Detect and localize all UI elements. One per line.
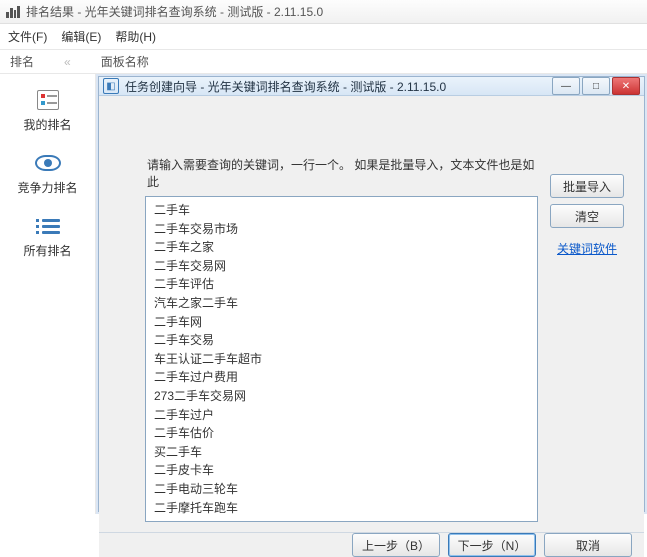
keywords-textarea[interactable]: 二手车 二手车交易市场 二手车之家 二手车交易网 二手车评估 汽车之家二手车 二… [145, 196, 538, 522]
wizard-footer: 上一步（B） 下一步（N） 取消 [99, 532, 644, 557]
toolbar: 排名 « 面板名称 [0, 50, 647, 74]
sidebar-label-my-rank: 我的排名 [23, 116, 71, 133]
app-icon [6, 6, 20, 18]
next-button[interactable]: 下一步（N） [448, 533, 536, 557]
wizard-right-column: 批量导入 清空 关键词软件 [550, 156, 624, 522]
keyword-software-link[interactable]: 关键词软件 [550, 240, 624, 257]
menu-edit[interactable]: 编辑(E) [61, 28, 101, 45]
wizard-icon: ◧ [103, 78, 119, 94]
toolbar-separator: « [64, 55, 71, 69]
list-icon [34, 88, 62, 112]
all-list-icon [34, 214, 62, 238]
cancel-button[interactable]: 取消 [544, 533, 632, 557]
wizard-title-text: 任务创建向导 - 光年关键词排名查询系统 - 测试版 - 2.11.15.0 [125, 78, 552, 95]
app-titlebar: 排名结果 - 光年关键词排名查询系统 - 测试版 - 2.11.15.0 [0, 0, 647, 24]
wizard-body: 请输入需要查询的关键词，一行一个。 如果是批量导入，文本文件也是如此 二手车 二… [99, 96, 644, 532]
minimize-button[interactable]: — [552, 77, 580, 95]
sidebar-item-compete-rank[interactable]: 竞争力排名 [13, 151, 83, 196]
menu-file[interactable]: 文件(F) [8, 28, 47, 45]
menubar: 文件(F) 编辑(E) 帮助(H) [0, 24, 647, 50]
prev-button[interactable]: 上一步（B） [352, 533, 440, 557]
app-title: 排名结果 - 光年关键词排名查询系统 - 测试版 - 2.11.15.0 [26, 3, 323, 20]
clear-button[interactable]: 清空 [550, 204, 624, 228]
sidebar-label-compete-rank: 竞争力排名 [17, 179, 77, 196]
sidebar-item-all-rank[interactable]: 所有排名 [13, 214, 83, 259]
bulk-import-button[interactable]: 批量导入 [550, 174, 624, 198]
maximize-button[interactable]: □ [582, 77, 610, 95]
sidebar-item-my-rank[interactable]: 我的排名 [13, 88, 83, 133]
sidebar-label-all-rank: 所有排名 [23, 242, 71, 259]
wizard-titlebar: ◧ 任务创建向导 - 光年关键词排名查询系统 - 测试版 - 2.11.15.0… [99, 77, 644, 96]
eye-icon [34, 151, 62, 175]
toolbar-rank-label[interactable]: 排名 [10, 53, 34, 70]
menu-help[interactable]: 帮助(H) [115, 28, 156, 45]
content-area: ◧ 任务创建向导 - 光年关键词排名查询系统 - 测试版 - 2.11.15.0… [96, 74, 647, 514]
main-area: 我的排名 竞争力排名 所有排名 ◧ 任务创建向导 - 光年关键词排名查询系统 -… [0, 74, 647, 514]
sidebar: 我的排名 竞争力排名 所有排名 [0, 74, 96, 514]
instruction-text: 请输入需要查询的关键词，一行一个。 如果是批量导入，文本文件也是如此 [147, 156, 538, 190]
window-buttons: — □ ✕ [552, 77, 640, 95]
toolbar-panel-name-label: 面板名称 [101, 53, 149, 70]
wizard-left-column: 请输入需要查询的关键词，一行一个。 如果是批量导入，文本文件也是如此 二手车 二… [145, 156, 538, 522]
wizard-dialog: ◧ 任务创建向导 - 光年关键词排名查询系统 - 测试版 - 2.11.15.0… [98, 76, 645, 512]
close-button[interactable]: ✕ [612, 77, 640, 95]
